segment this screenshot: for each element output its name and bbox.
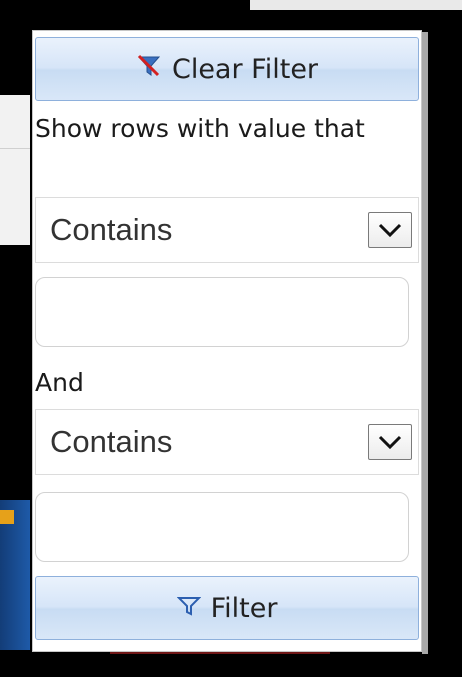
clear-filter-icon [136,53,162,86]
background-fragment [250,0,462,10]
clear-filter-button[interactable]: Clear Filter [35,37,419,101]
filter-label: Filter [210,592,278,624]
clear-filter-label: Clear Filter [171,53,319,85]
condition-2-value-input[interactable] [35,492,409,562]
condition-2-select[interactable]: Contains [35,409,419,475]
background-divider [0,148,30,149]
conjunction-label: And [35,368,84,397]
chevron-down-icon [378,435,402,450]
condition-2-dropdown-toggle[interactable] [368,424,412,460]
background-fragment [0,95,30,245]
condition-2-selected-value: Contains [50,424,173,459]
filter-button[interactable]: Filter [35,576,419,640]
condition-1-select[interactable]: Contains [35,197,419,263]
panel-shadow [422,32,428,654]
condition-1-value-input[interactable] [35,277,409,347]
chevron-down-icon [378,223,402,238]
filter-icon [176,593,201,624]
condition-1-selected-value: Contains [50,212,173,247]
filter-popup: Clear Filter Show rows with value that C… [32,30,422,652]
page: Clear Filter Show rows with value that C… [0,0,462,677]
condition-1-dropdown-toggle[interactable] [368,212,412,248]
background-fragment [0,510,14,524]
show-rows-label: Show rows with value that [35,114,365,143]
